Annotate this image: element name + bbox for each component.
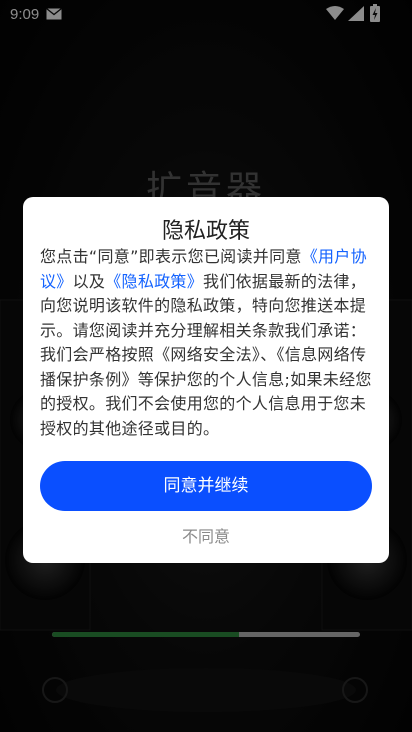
dialog-body-text: 您点击“同意”即表示您已阅读并同意《用户协议》以及《隐私政策》我们依据最新的法律… xyxy=(40,245,372,441)
body-text-part1: 您点击“同意”即表示您已阅读并同意 xyxy=(40,247,302,266)
app-screen: 9:09 扩音器 隐私政策 您点击“同意”即表示您已阅读并同意《用户协议》以及《… xyxy=(0,0,412,732)
privacy-policy-dialog: 隐私政策 您点击“同意”即表示您已阅读并同意《用户协议》以及《隐私政策》我们依据… xyxy=(23,197,389,563)
dialog-title: 隐私政策 xyxy=(161,219,250,244)
agree-continue-button[interactable]: 同意并继续 xyxy=(40,461,372,511)
body-text-part2: 以及 xyxy=(72,271,106,291)
privacy-policy-link[interactable]: 《隐私政策》 xyxy=(105,272,203,291)
disagree-button[interactable]: 不同意 xyxy=(23,523,389,547)
body-text-part3: 我们依据最新的法律，向您说明该软件的隐私政策，特向您推送本提示。请您阅读并充分理… xyxy=(40,271,372,438)
